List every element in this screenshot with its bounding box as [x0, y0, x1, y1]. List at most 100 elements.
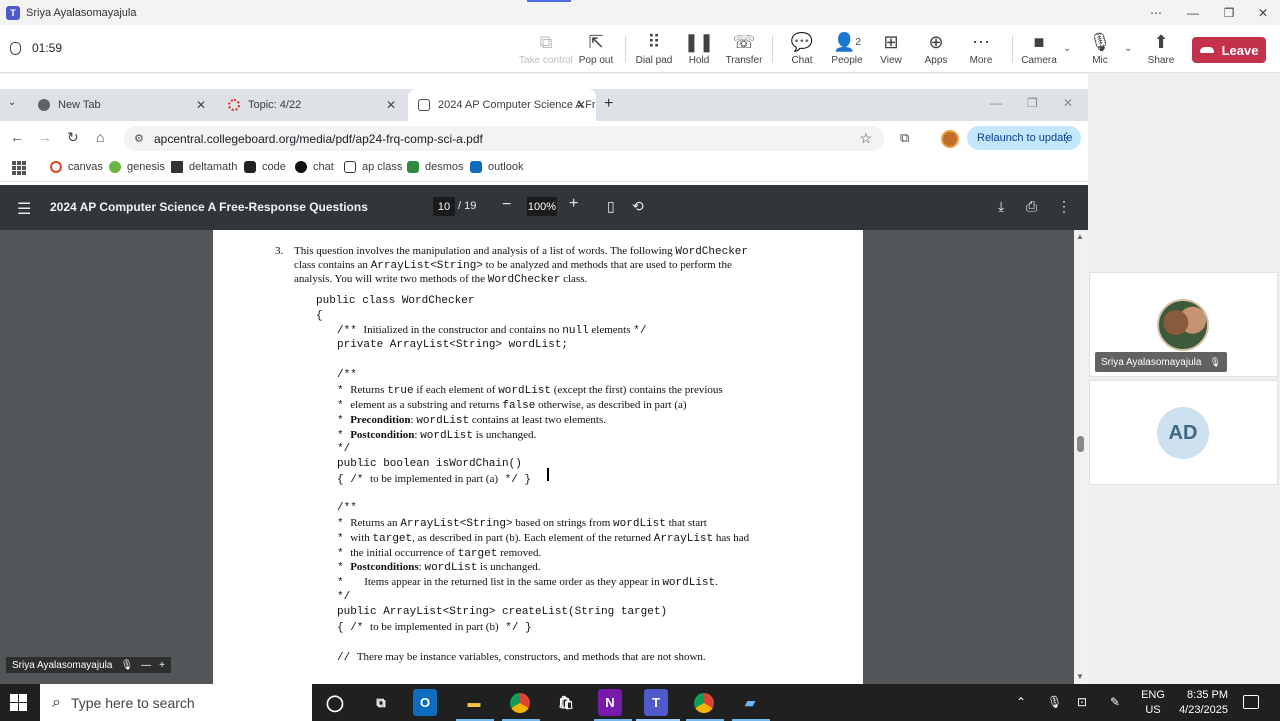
view-icon: ⊞ [883, 31, 899, 52]
microphone-tray-icon[interactable]: 🎙 [1047, 695, 1062, 709]
cortana-icon[interactable]: ◯ [321, 689, 349, 716]
doc-close: */ [337, 591, 351, 603]
tab-search-chevron-icon[interactable]: ⌄ [8, 97, 16, 108]
file-explorer-icon[interactable]: ▬ [460, 689, 488, 716]
tab-new-tab[interactable]: New Tab ✕ [28, 89, 216, 121]
print-icon[interactable]: ⎙ [1026, 198, 1037, 215]
more-button[interactable]: ⋯ More [951, 29, 1011, 67]
teams-title-bar: T Sriya Ayalasomayajula ⋯ — ❐ ✕ [0, 0, 1280, 25]
page-number-input[interactable]: 10 [433, 197, 455, 216]
site-settings-icon[interactable]: ⚙ [134, 132, 144, 145]
relaunch-button[interactable]: Relaunch to update ⋮ [967, 126, 1081, 150]
bookmark-deltamath[interactable]: deltamath [171, 161, 237, 173]
url-text: apcentral.collegeboard.org/media/pdf/ap2… [154, 131, 483, 146]
close-tab-icon[interactable]: ✕ [386, 98, 396, 112]
fit-page-icon[interactable]: ▯ [607, 198, 615, 215]
transfer-icon: ☏ [732, 31, 756, 52]
participant-name-chip: Sriya Ayalasomayajula 🎙 [1095, 352, 1227, 372]
pdf-more-icon[interactable]: ⋮ [1057, 198, 1071, 215]
bookmark-desmos[interactable]: desmos [407, 161, 464, 173]
teams-app-icon[interactable]: T [644, 689, 668, 716]
zoom-out-icon[interactable]: − [502, 196, 511, 214]
language-indicator[interactable]: ENG US [1138, 688, 1168, 718]
minimize-button[interactable]: — [1175, 0, 1211, 25]
doc-line: * Returns true if each element of wordLi… [337, 384, 723, 397]
participant-initials-avatar: AD [1157, 407, 1209, 459]
pop-out-button[interactable]: ⇱ Pop out [566, 29, 626, 67]
bookmark-genesis[interactable]: genesis [109, 161, 165, 173]
new-tab-plus-icon[interactable]: + [604, 95, 613, 113]
notepad-app-icon[interactable]: ▰ [736, 689, 764, 716]
code-icon [244, 161, 256, 173]
rotate-icon[interactable]: ⟲ [632, 198, 644, 215]
timer-text: 01:59 [32, 41, 63, 55]
camera-button[interactable]: ■ Camera [1009, 29, 1069, 67]
extensions-icon[interactable]: ⧉ [900, 130, 909, 146]
transfer-button[interactable]: ☏ Transfer [714, 29, 774, 67]
pen-icon[interactable]: ✎ [1110, 695, 1120, 709]
home-icon[interactable]: ⌂ [96, 129, 104, 145]
back-arrow-icon[interactable]: ← [10, 129, 24, 145]
forward-arrow-icon[interactable]: → [38, 129, 52, 145]
taskbar-clock[interactable]: 8:35 PM 4/23/2025 [1178, 688, 1228, 718]
browser-minimize-button[interactable]: — [990, 96, 1002, 110]
windows-start-icon[interactable] [10, 694, 27, 711]
outlook-app-icon[interactable]: O [413, 689, 437, 716]
tab-topic[interactable]: Topic: 4/22 ✕ [218, 89, 406, 121]
expand-icon[interactable]: + [159, 660, 165, 671]
zoom-input[interactable]: 100% [527, 197, 557, 216]
close-tab-icon[interactable]: ✕ [196, 98, 206, 112]
bookmark-outlook[interactable]: outlook [470, 161, 523, 173]
store-app-icon[interactable]: 🛍 [552, 689, 580, 716]
question-number: 3. [275, 245, 284, 257]
maximize-button[interactable]: ❐ [1211, 0, 1247, 25]
phone-hangup-icon [1199, 47, 1214, 53]
camera-off-icon: ■ [1033, 31, 1045, 52]
bookmark-star-icon[interactable]: ☆ [859, 130, 872, 147]
more-options-icon[interactable]: ⋯ [1138, 0, 1174, 25]
browser-close-button[interactable]: ✕ [1063, 96, 1073, 110]
url-bar[interactable]: ⚙ apcentral.collegeboard.org/media/pdf/a… [124, 126, 884, 151]
doc-line: * Postconditions: wordList is unchanged. [337, 561, 541, 574]
leave-button[interactable]: Leave [1192, 37, 1266, 63]
share-button[interactable]: ⬆ Share [1131, 29, 1191, 67]
scroll-down-icon[interactable]: ▼ [1076, 672, 1084, 681]
onenote-app-icon[interactable]: N [598, 689, 622, 716]
collegeboard-icon [344, 161, 356, 173]
minimize-icon[interactable]: — [141, 660, 151, 671]
apps-grid-icon[interactable] [12, 161, 26, 175]
doc-open: /** [337, 502, 357, 514]
zoom-in-icon[interactable]: + [569, 195, 578, 213]
participants-panel [1088, 74, 1280, 684]
profile-avatar[interactable] [941, 130, 959, 148]
mic-button[interactable]: 🎙 Mic [1070, 29, 1130, 67]
show-hidden-icons-icon[interactable]: ⌃ [1016, 695, 1026, 709]
pdf-menu-icon[interactable]: ☰ [17, 199, 31, 219]
browser-tab-strip: ⌄ New Tab ✕ Topic: 4/22 ✕ 2024 AP Comput… [0, 89, 1088, 121]
taskbar-search[interactable]: ⌕ Type here to search [40, 684, 312, 721]
chrome-icon [38, 99, 50, 111]
meeting-timer: 01:59 [10, 41, 62, 55]
loading-icon [228, 99, 240, 111]
bookmark-canvas[interactable]: canvas [50, 161, 103, 173]
tab-pdf[interactable]: 2024 AP Computer Science A Fr ✕ [408, 89, 596, 121]
reload-icon[interactable]: ↻ [67, 129, 79, 146]
browser-maximize-button[interactable]: ❐ [1027, 96, 1038, 110]
bookmark-ap-class[interactable]: ap class [344, 161, 402, 173]
browser-menu-icon[interactable]: ⋮ [1060, 130, 1073, 146]
bookmark-chat[interactable]: chat [295, 161, 334, 173]
close-tab-icon[interactable]: ✕ [576, 98, 586, 112]
notification-icon[interactable] [1243, 695, 1259, 709]
pdf-scrollbar[interactable]: ▲ ▼ [1074, 230, 1088, 684]
task-view-icon[interactable]: ⧉ [367, 689, 395, 716]
download-icon[interactable]: ⤓ [998, 198, 1004, 215]
close-button[interactable]: ✕ [1245, 0, 1280, 25]
window-title: Sriya Ayalasomayajula [26, 6, 137, 19]
chrome-app-icon[interactable] [506, 689, 534, 716]
scroll-thumb[interactable] [1077, 436, 1084, 452]
scroll-up-icon[interactable]: ▲ [1076, 232, 1084, 241]
pdf-title: 2024 AP Computer Science A Free-Response… [50, 200, 368, 214]
network-icon[interactable]: ⊡ [1077, 695, 1087, 709]
bookmark-code[interactable]: code [244, 161, 286, 173]
chrome-profile-app-icon[interactable] [690, 689, 718, 716]
